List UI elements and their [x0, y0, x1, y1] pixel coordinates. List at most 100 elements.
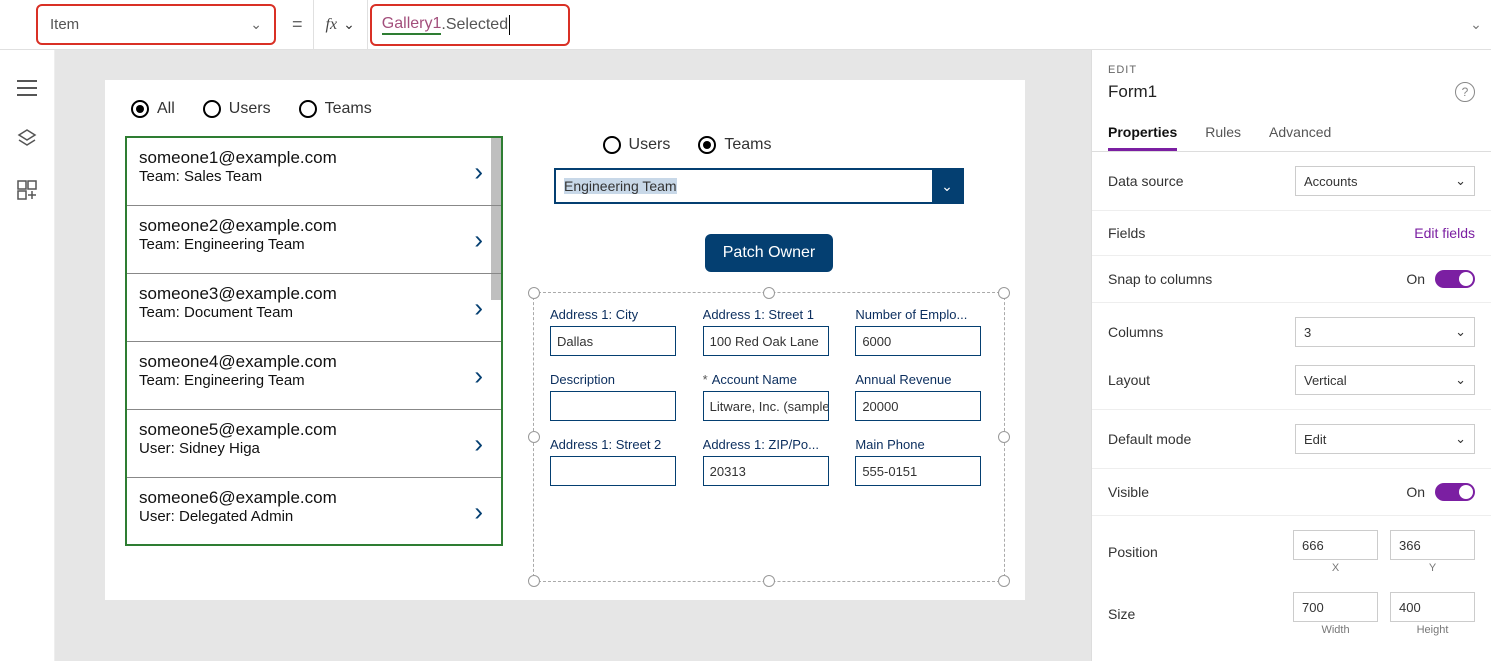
field-input[interactable]: Dallas: [550, 326, 676, 356]
size-height-input[interactable]: 400: [1390, 592, 1475, 622]
gallery-item[interactable]: someone6@example.comUser: Delegated Admi…: [127, 478, 501, 546]
field-input[interactable]: Litware, Inc. (sample: [703, 391, 829, 421]
resize-handle[interactable]: [763, 287, 775, 299]
selected-object-name: Form1: [1108, 82, 1157, 102]
radio-option[interactable]: All: [131, 100, 175, 118]
resize-handle[interactable]: [763, 575, 775, 587]
edit-fields-link[interactable]: Edit fields: [1414, 225, 1475, 241]
chevron-down-icon: ⌄: [1455, 173, 1466, 189]
radio-label: All: [157, 100, 175, 118]
resize-handle[interactable]: [528, 287, 540, 299]
field-input[interactable]: 100 Red Oak Lane: [703, 326, 829, 356]
radio-label: Users: [229, 100, 271, 118]
form-field: Description: [550, 372, 683, 427]
radio-option[interactable]: Users: [603, 136, 671, 154]
resize-handle[interactable]: [998, 575, 1010, 587]
resize-handle[interactable]: [528, 575, 540, 587]
chevron-down-icon[interactable]: ⌄: [932, 170, 962, 202]
property-dropdown[interactable]: Item ⌄: [36, 4, 276, 45]
chevron-down-icon: ⌄: [343, 16, 355, 33]
gallery-item-subtitle: Team: Engineering Team: [139, 372, 461, 389]
layout-dropdown[interactable]: Vertical ⌄: [1295, 365, 1475, 395]
size-width-input[interactable]: 700: [1293, 592, 1378, 622]
gallery-item[interactable]: someone1@example.comTeam: Sales Team›: [127, 138, 501, 206]
field-label: Address 1: Street 2: [550, 437, 683, 452]
radio-option[interactable]: Users: [203, 100, 271, 118]
visible-toggle[interactable]: [1435, 483, 1475, 501]
canvas-area[interactable]: AllUsersTeams someone1@example.comTeam: …: [55, 50, 1091, 661]
radio-option[interactable]: Teams: [698, 136, 771, 154]
field-label: Address 1: Street 1: [703, 307, 836, 322]
prop-label: Layout: [1108, 372, 1150, 388]
field-input[interactable]: 20313: [703, 456, 829, 486]
form-field: Address 1: Street 2: [550, 437, 683, 492]
form-field: Address 1: City Dallas: [550, 307, 683, 362]
expand-formula-icon[interactable]: ⌄: [1461, 0, 1491, 49]
insert-icon[interactable]: [17, 180, 37, 200]
layers-icon[interactable]: [17, 128, 37, 148]
position-y-input[interactable]: 366: [1390, 530, 1475, 560]
radio-icon: [698, 136, 716, 154]
gallery-item[interactable]: someone5@example.comUser: Sidney Higa›: [127, 410, 501, 478]
prop-label: Fields: [1108, 225, 1145, 241]
chevron-right-icon[interactable]: ›: [474, 360, 483, 391]
filter-radios-right: Users Teams: [603, 136, 786, 154]
help-icon[interactable]: ?: [1455, 82, 1475, 102]
field-label: Address 1: ZIP/Po...: [703, 437, 836, 452]
position-x-input[interactable]: 666: [1293, 530, 1378, 560]
fx-label[interactable]: fx ⌄: [313, 0, 368, 49]
gallery-item-title: someone3@example.com: [139, 284, 461, 304]
chevron-right-icon[interactable]: ›: [474, 156, 483, 187]
chevron-down-icon: ⌄: [1455, 372, 1466, 388]
patch-owner-button[interactable]: Patch Owner: [705, 234, 833, 272]
prop-label: Visible: [1108, 484, 1149, 500]
data-source-dropdown[interactable]: Accounts ⌄: [1295, 166, 1475, 196]
chevron-down-icon: ⌄: [250, 16, 262, 33]
property-name: Item: [50, 16, 79, 33]
hamburger-icon[interactable]: [17, 80, 37, 96]
field-input[interactable]: 20000: [855, 391, 981, 421]
form1[interactable]: Address 1: City Dallas Address 1: Street 1…: [533, 292, 1005, 582]
snap-toggle[interactable]: [1435, 270, 1475, 288]
gallery-item[interactable]: someone4@example.comTeam: Engineering Te…: [127, 342, 501, 410]
gallery-item[interactable]: someone3@example.comTeam: Document Team›: [127, 274, 501, 342]
field-input[interactable]: [550, 456, 676, 486]
form-field: Number of Emplo...6000: [855, 307, 988, 362]
field-input[interactable]: 6000: [855, 326, 981, 356]
radio-icon: [203, 100, 221, 118]
prop-label: Default mode: [1108, 431, 1191, 447]
field-label: Main Phone: [855, 437, 988, 452]
tab-advanced[interactable]: Advanced: [1269, 116, 1331, 151]
formula-input[interactable]: Gallery1.Selected: [368, 0, 1461, 49]
chevron-right-icon[interactable]: ›: [474, 292, 483, 323]
left-rail: [0, 50, 55, 661]
chevron-right-icon[interactable]: ›: [474, 497, 483, 528]
field-label: Address 1: City: [550, 307, 683, 322]
prop-label: Columns: [1108, 324, 1163, 340]
gallery-item-title: someone6@example.com: [139, 488, 461, 508]
gallery-item-title: someone1@example.com: [139, 148, 461, 168]
radio-label: Users: [629, 136, 671, 154]
resize-handle[interactable]: [528, 431, 540, 443]
tab-properties[interactable]: Properties: [1108, 116, 1177, 151]
radio-option[interactable]: Teams: [299, 100, 372, 118]
columns-dropdown[interactable]: 3 ⌄: [1295, 317, 1475, 347]
team-combo[interactable]: Engineering Team ⌄: [554, 168, 964, 204]
form-field: Annual Revenue 20000: [855, 372, 988, 427]
default-mode-dropdown[interactable]: Edit ⌄: [1295, 424, 1475, 454]
app-surface: AllUsersTeams someone1@example.comTeam: …: [105, 80, 1025, 600]
resize-handle[interactable]: [998, 287, 1010, 299]
field-input[interactable]: 555-0151: [855, 456, 981, 486]
field-label: Annual Revenue: [855, 372, 988, 387]
chevron-right-icon[interactable]: ›: [474, 428, 483, 459]
equals-label: =: [282, 0, 313, 49]
gallery-item[interactable]: someone2@example.comTeam: Engineering Te…: [127, 206, 501, 274]
prop-label: Position: [1108, 544, 1158, 560]
gallery1[interactable]: someone1@example.comTeam: Sales Team›som…: [125, 136, 503, 546]
chevron-right-icon[interactable]: ›: [474, 224, 483, 255]
property-tabs: Properties Rules Advanced: [1092, 116, 1491, 152]
formula-expression: Gallery1.Selected: [370, 4, 570, 46]
resize-handle[interactable]: [998, 431, 1010, 443]
tab-rules[interactable]: Rules: [1205, 116, 1241, 151]
field-input[interactable]: [550, 391, 676, 421]
